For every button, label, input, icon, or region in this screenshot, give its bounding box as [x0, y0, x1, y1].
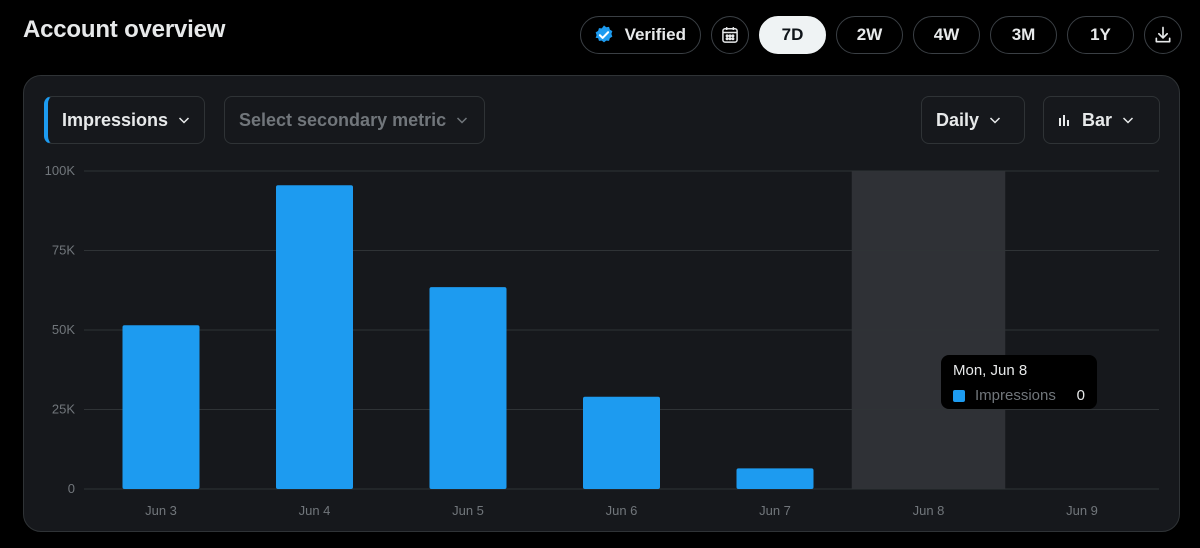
y-tick-label: 100K: [45, 163, 76, 178]
calendar-button[interactable]: [711, 16, 749, 54]
verified-button[interactable]: Verified: [579, 16, 701, 54]
period-2w-button[interactable]: 2W: [836, 16, 903, 54]
verified-badge-icon: [595, 25, 612, 43]
impressions-bar-chart: 0 25K 50K 75K 100K Jun 3 Jun 4 Jun 5 Jun 6 Jun 7 J…: [45, 163, 1159, 518]
x-tick-label: Jun 7: [759, 503, 791, 518]
x-tick-label: Jun 6: [606, 503, 638, 518]
period-7d-button[interactable]: 7D: [759, 16, 826, 54]
chart-panel: Impressions Select secondary metric Dail…: [23, 75, 1180, 532]
bar: [736, 468, 814, 489]
x-tick-label: Jun 4: [299, 503, 331, 518]
calendar-icon: [722, 27, 738, 43]
bar: [276, 185, 353, 489]
x-tick-label: Jun 9: [1066, 503, 1098, 518]
x-tick-label: Jun 3: [145, 503, 177, 518]
bar: [122, 325, 200, 489]
page-title: Account overview: [23, 16, 226, 43]
chart-tooltip: Mon, Jun 8 Impressions 0: [941, 355, 1097, 409]
toolbar: Verified 7D 2W 4W 3M 1Y: [579, 16, 1182, 54]
y-tick-label: 50K: [52, 322, 75, 337]
y-tick-label: 0: [68, 481, 75, 496]
tooltip-series-label: Impressions: [975, 387, 1056, 404]
tooltip-swatch: [953, 389, 965, 402]
x-tick-label: Jun 8: [913, 503, 945, 518]
x-tick-label: Jun 5: [452, 503, 484, 518]
period-1y-button[interactable]: 1Y: [1067, 16, 1134, 54]
download-icon: [1155, 26, 1171, 43]
bar: [429, 287, 507, 489]
bar: [583, 396, 660, 489]
period-3m-button[interactable]: 3M: [990, 16, 1057, 54]
verified-label: Verified: [624, 25, 686, 44]
y-tick-label: 75K: [52, 243, 75, 258]
tooltip-value: 0: [1076, 387, 1085, 404]
tooltip-date: Mon, Jun 8: [953, 362, 1028, 379]
y-tick-label: 25K: [52, 402, 75, 417]
download-button[interactable]: [1144, 16, 1182, 54]
period-4w-button[interactable]: 4W: [913, 16, 980, 54]
